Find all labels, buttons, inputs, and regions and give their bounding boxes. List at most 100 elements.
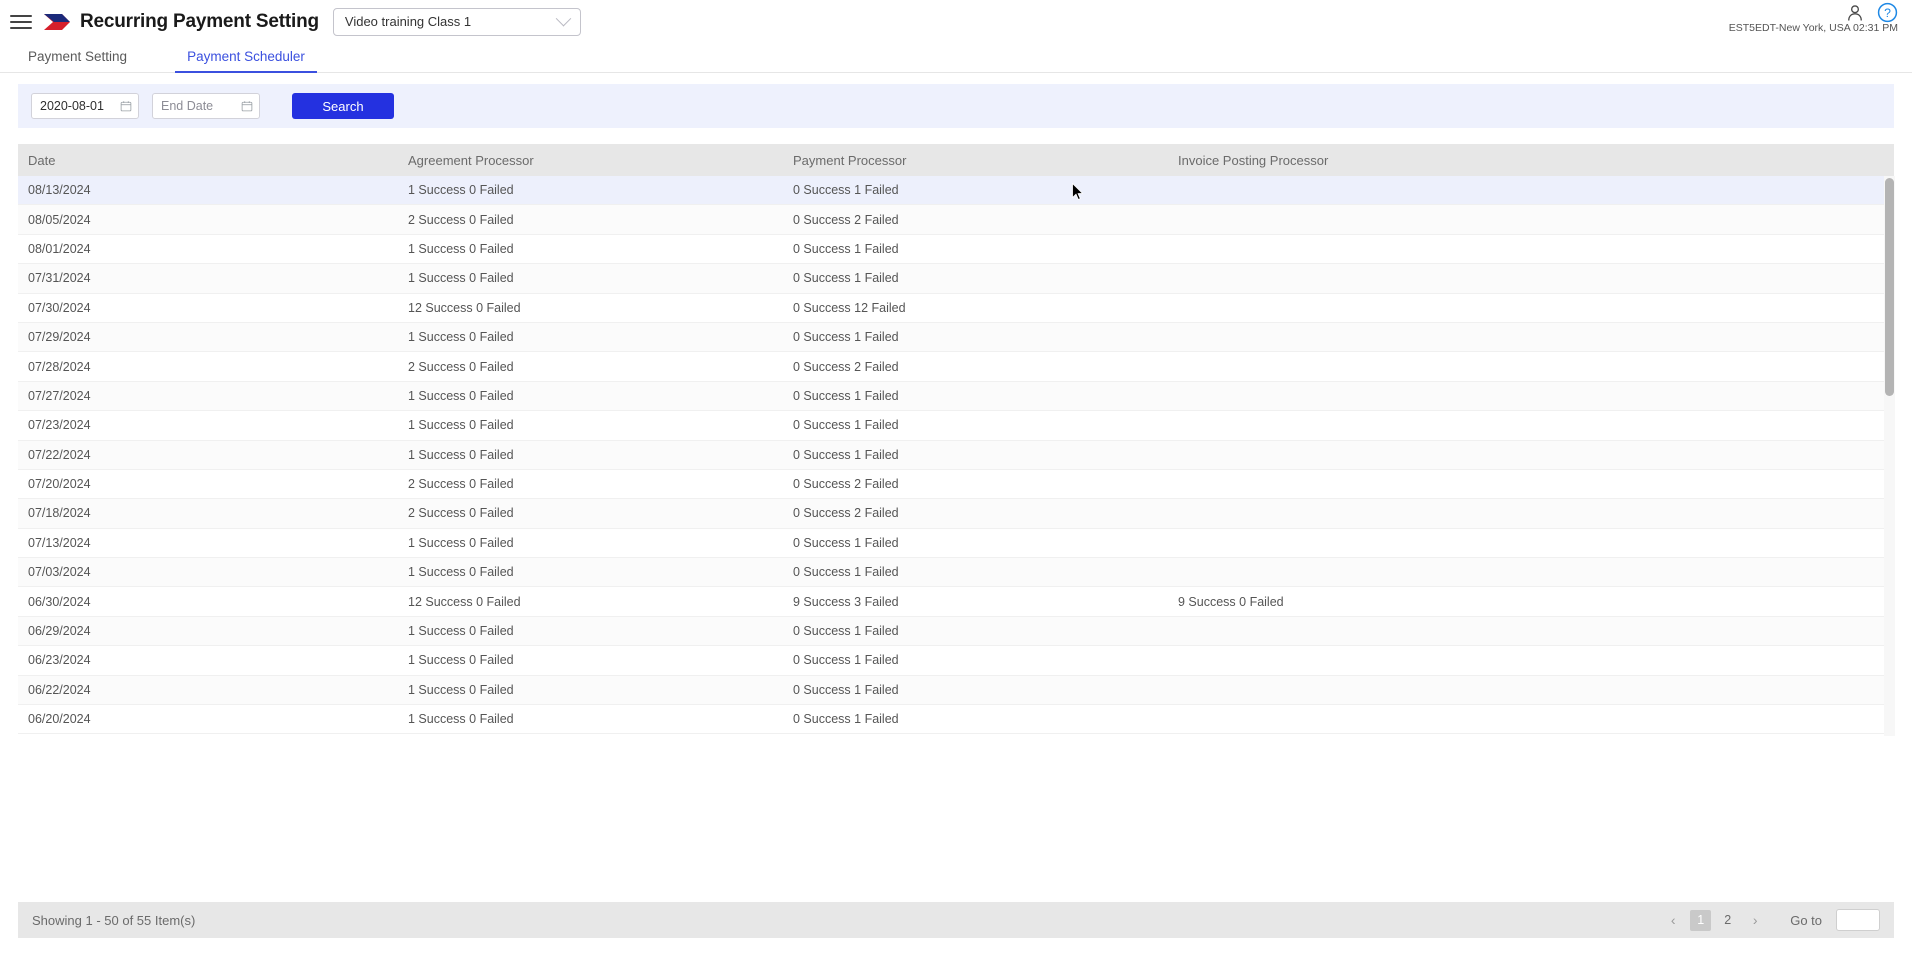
cell-agreement-processor: 1 Success 0 Failed: [408, 535, 514, 550]
cell-payment-processor: 0 Success 1 Failed: [793, 535, 899, 550]
cell-date: 07/31/2024: [28, 271, 91, 286]
table-row[interactable]: 07/27/2024 1 Success 0 Failed 0 Success 1 …: [18, 381, 1894, 412]
tab-payment-scheduler[interactable]: Payment Scheduler: [175, 49, 317, 73]
help-circle-icon[interactable]: ?: [1877, 2, 1898, 23]
pagination: ‹ 1 2 › Go to: [1662, 909, 1880, 931]
table-row[interactable]: 08/01/2024 1 Success 0 Failed 0 Success 1 …: [18, 234, 1894, 265]
column-header-date: Date: [28, 152, 56, 168]
cell-payment-processor: 0 Success 1 Failed: [793, 330, 899, 345]
cell-payment-processor: 0 Success 1 Failed: [793, 418, 899, 433]
table-row[interactable]: 07/31/2024 1 Success 0 Failed 0 Success 1 …: [18, 264, 1894, 294]
table-row[interactable]: 06/20/2024 1 Success 0 Failed 0 Success 1 …: [18, 705, 1894, 735]
user-account-icon[interactable]: [1845, 3, 1865, 23]
page-title: Recurring Payment Setting: [80, 10, 319, 32]
cell-agreement-processor: 1 Success 0 Failed: [408, 241, 514, 256]
page-button-2[interactable]: 2: [1717, 910, 1738, 931]
column-header-agreement-processor: Agreement Processor: [408, 152, 534, 168]
page-button-1[interactable]: 1: [1690, 909, 1712, 931]
scheduler-table: Date Agreement Processor Payment Process…: [18, 144, 1895, 736]
table-row[interactable]: 07/20/2024 2 Success 0 Failed 0 Success 2 …: [18, 469, 1894, 500]
cell-invoice-posting-processor: 9 Success 0 Failed: [1178, 594, 1284, 609]
table-row[interactable]: 07/28/2024 2 Success 0 Failed 0 Success 2 …: [18, 352, 1894, 382]
table-row[interactable]: 07/29/2024 1 Success 0 Failed 0 Success 1 …: [18, 322, 1894, 353]
start-date-input[interactable]: 2020-08-01: [31, 93, 139, 119]
cell-payment-processor: 0 Success 1 Failed: [793, 388, 899, 403]
cell-date: 07/22/2024: [28, 447, 91, 462]
cell-payment-processor: 0 Success 12 Failed: [793, 300, 906, 315]
cell-agreement-processor: 2 Success 0 Failed: [408, 212, 514, 227]
cell-date: 07/30/2024: [28, 300, 91, 315]
brand-logo-icon: [44, 13, 70, 30]
hamburger-menu-icon[interactable]: [10, 13, 32, 31]
cell-payment-processor: 0 Success 1 Failed: [793, 712, 899, 727]
tab-bar: Payment Setting Payment Scheduler: [0, 43, 1912, 73]
cell-date: 07/03/2024: [28, 565, 91, 580]
table-row[interactable]: 06/29/2024 1 Success 0 Failed 0 Success 1 …: [18, 616, 1894, 647]
header-icon-row: ?: [1845, 2, 1898, 23]
cell-date: 07/18/2024: [28, 506, 91, 521]
cell-date: 08/01/2024: [28, 241, 91, 256]
cell-payment-processor: 0 Success 2 Failed: [793, 506, 899, 521]
app-header: Recurring Payment Setting Video training…: [0, 0, 1912, 43]
cell-payment-processor: 0 Success 1 Failed: [793, 447, 899, 462]
tab-payment-setting[interactable]: Payment Setting: [28, 49, 127, 72]
table-scrollbar-track[interactable]: [1884, 176, 1895, 736]
cell-payment-processor: 0 Success 1 Failed: [793, 624, 899, 639]
filter-toolbar: 2020-08-01 End Date Search: [18, 84, 1894, 128]
class-selector-dropdown[interactable]: Video training Class 1: [332, 7, 581, 36]
table-row[interactable]: 07/23/2024 1 Success 0 Failed 0 Success 1 …: [18, 411, 1894, 441]
table-row[interactable]: 06/23/2024 1 Success 0 Failed 0 Success 1 …: [18, 646, 1894, 676]
showing-count-label: Showing 1 - 50 of 55 Item(s): [32, 912, 196, 928]
cell-date: 07/13/2024: [28, 535, 91, 550]
calendar-icon[interactable]: [120, 100, 132, 112]
cell-date: 06/22/2024: [28, 682, 91, 697]
cell-payment-processor: 0 Success 1 Failed: [793, 271, 899, 286]
search-button[interactable]: Search: [292, 93, 394, 119]
chevron-left-icon[interactable]: ‹: [1662, 909, 1684, 931]
cell-agreement-processor: 1 Success 0 Failed: [408, 682, 514, 697]
cell-agreement-processor: 1 Success 0 Failed: [408, 653, 514, 668]
table-row[interactable]: 07/13/2024 1 Success 0 Failed 0 Success 1 …: [18, 528, 1894, 559]
cell-agreement-processor: 12 Success 0 Failed: [408, 594, 521, 609]
cell-agreement-processor: 1 Success 0 Failed: [408, 624, 514, 639]
cell-payment-processor: 0 Success 2 Failed: [793, 359, 899, 374]
chevron-right-icon[interactable]: ›: [1744, 909, 1766, 931]
table-row[interactable]: 07/22/2024 1 Success 0 Failed 0 Success 1 …: [18, 440, 1894, 470]
start-date-value: 2020-08-01: [40, 99, 104, 113]
cell-date: 08/05/2024: [28, 212, 91, 227]
cell-date: 06/20/2024: [28, 712, 91, 727]
cell-payment-processor: 9 Success 3 Failed: [793, 594, 899, 609]
svg-text:?: ?: [1884, 6, 1891, 20]
cell-agreement-processor: 2 Success 0 Failed: [408, 506, 514, 521]
calendar-icon[interactable]: [241, 100, 253, 112]
chevron-down-icon: [555, 10, 572, 27]
table-row[interactable]: 06/22/2024 1 Success 0 Failed 0 Success 1 …: [18, 675, 1894, 706]
table-row[interactable]: 07/03/2024 1 Success 0 Failed 0 Success 1 …: [18, 558, 1894, 588]
table-scrollbar-thumb[interactable]: [1885, 178, 1894, 396]
cell-agreement-processor: 1 Success 0 Failed: [408, 330, 514, 345]
cell-date: 06/30/2024: [28, 594, 91, 609]
cell-agreement-processor: 1 Success 0 Failed: [408, 418, 514, 433]
cell-date: 07/29/2024: [28, 330, 91, 345]
cell-payment-processor: 0 Success 1 Failed: [793, 183, 899, 198]
cell-payment-processor: 0 Success 1 Failed: [793, 565, 899, 580]
table-row[interactable]: 08/13/2024 1 Success 0 Failed 0 Success 1 …: [18, 176, 1894, 206]
table-row[interactable]: 07/18/2024 2 Success 0 Failed 0 Success 2 …: [18, 499, 1894, 529]
table-row[interactable]: 07/30/2024 12 Success 0 Failed 0 Success 1…: [18, 293, 1894, 323]
cell-date: 08/13/2024: [28, 183, 91, 198]
table-row[interactable]: 08/05/2024 2 Success 0 Failed 0 Success 2 …: [18, 205, 1894, 235]
cell-date: 06/23/2024: [28, 653, 91, 668]
cell-payment-processor: 0 Success 2 Failed: [793, 212, 899, 227]
table-row[interactable]: 06/30/2024 12 Success 0 Failed 9 Success 3…: [18, 587, 1894, 617]
goto-page-input[interactable]: [1836, 909, 1880, 931]
cell-agreement-processor: 1 Success 0 Failed: [408, 388, 514, 403]
column-header-invoice-posting-processor: Invoice Posting Processor: [1178, 152, 1329, 168]
end-date-placeholder: End Date: [161, 99, 214, 113]
cell-agreement-processor: 1 Success 0 Failed: [408, 183, 514, 198]
cell-payment-processor: 0 Success 1 Failed: [793, 682, 899, 697]
cell-agreement-processor: 2 Success 0 Failed: [408, 359, 514, 374]
table-footer: Showing 1 - 50 of 55 Item(s) ‹ 1 2 › Go …: [18, 902, 1894, 938]
cell-date: 06/29/2024: [28, 624, 91, 639]
cell-payment-processor: 0 Success 1 Failed: [793, 241, 899, 256]
end-date-input[interactable]: End Date: [152, 93, 260, 119]
